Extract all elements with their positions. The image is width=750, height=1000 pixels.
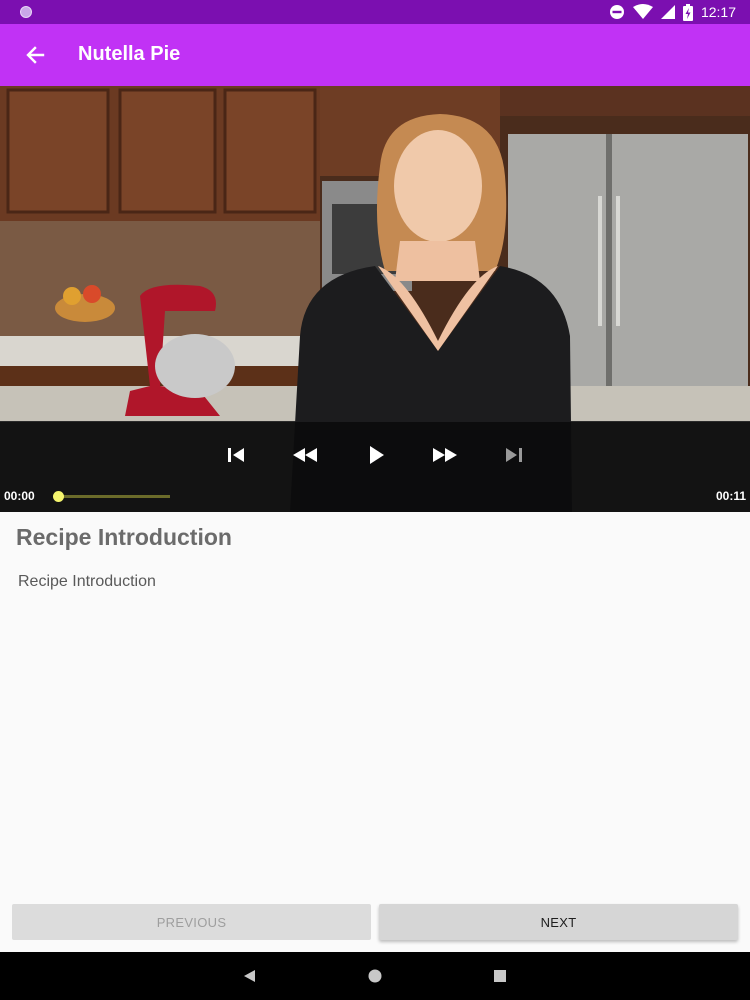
next-button[interactable]: NEXT (379, 904, 738, 940)
status-icons: 12:17 (609, 3, 736, 21)
step-title: Recipe Introduction (16, 524, 232, 550)
play-icon (370, 446, 384, 464)
back-button[interactable] (20, 40, 50, 70)
system-back-button[interactable] (238, 964, 262, 988)
do-not-disturb-icon (609, 5, 624, 19)
step-description: Recipe Introduction (18, 573, 156, 590)
skip-previous-button[interactable] (221, 440, 251, 470)
system-recents-button[interactable] (488, 964, 512, 988)
notification-dot-icon (20, 6, 32, 18)
skip-next-icon (506, 448, 522, 462)
system-navigation-bar (0, 952, 750, 1000)
progress-track[interactable] (58, 495, 170, 498)
rewind-icon (293, 448, 317, 462)
current-time: 00:00 (4, 489, 35, 503)
wifi-icon (632, 4, 653, 19)
playback-controls: 00:00 00:11 (0, 422, 750, 512)
back-triangle-icon (244, 970, 255, 982)
page-title: Nutella Pie (78, 43, 181, 65)
duration: 00:11 (715, 489, 746, 503)
status-bar: 12:17 (0, 0, 750, 24)
battery-charging-icon (682, 3, 693, 21)
previous-button[interactable]: PREVIOUS (12, 904, 371, 940)
app-bar: Nutella Pie (0, 24, 750, 86)
fast-forward-button[interactable] (430, 440, 460, 470)
system-home-button[interactable] (363, 964, 387, 988)
play-button[interactable] (361, 440, 391, 470)
skip-next-button[interactable] (499, 440, 529, 470)
progress-thumb[interactable] (53, 491, 64, 502)
arrow-back-icon (26, 46, 45, 64)
recents-square-icon (494, 970, 506, 982)
video-player[interactable]: 00:00 00:11 (0, 86, 750, 512)
cell-signal-icon (660, 5, 675, 19)
home-circle-icon (368, 969, 382, 983)
status-time: 12:17 (700, 4, 736, 20)
skip-previous-icon (228, 448, 244, 462)
fast-forward-icon (433, 448, 457, 462)
rewind-button[interactable] (290, 440, 320, 470)
